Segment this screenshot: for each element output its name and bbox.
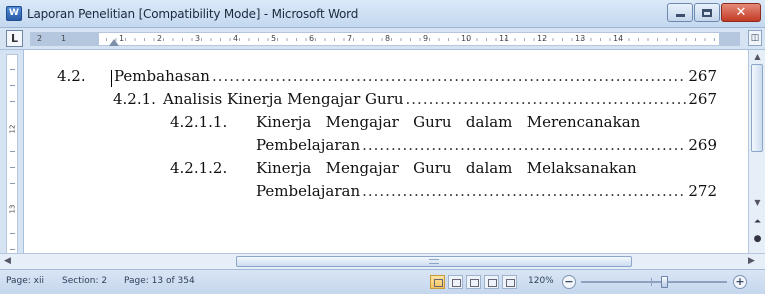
toc-entry-number: 4.2.	[57, 67, 86, 85]
toc-entry[interactable]: 4.2.1.1. Kinerja Mengajar Guru dalam Mer…	[170, 111, 717, 133]
maximize-icon	[702, 8, 712, 17]
print-layout-view-button[interactable]	[430, 275, 445, 289]
ruler-numbers: 2 1 1 2 3 4 5 6 7 8 9 10 11 12 13 14	[31, 33, 739, 45]
toc-leader	[362, 134, 686, 156]
ruler-number: 1	[119, 34, 125, 43]
scroll-grip-icon	[429, 259, 439, 264]
toc-entry-title: Pembelajaran	[256, 182, 361, 200]
zoom-slider-thumb[interactable]	[661, 276, 668, 288]
full-screen-reading-view-button[interactable]	[448, 275, 463, 289]
scroll-up-icon[interactable]: ▲	[751, 52, 764, 62]
ruler-number: 9	[423, 34, 429, 43]
vertical-ruler-track: 12 13	[6, 54, 18, 265]
ruler-number: 11	[499, 34, 510, 43]
tab-selector-button[interactable]: L	[6, 30, 23, 47]
previous-page-icon[interactable]: ⏶	[752, 216, 763, 228]
outline-view-button[interactable]	[484, 275, 499, 289]
toc-page-number: 272	[688, 182, 717, 200]
toc-entry-title: Kinerja Mengajar Guru dalam Melaksanakan	[256, 159, 637, 177]
close-icon: ✕	[735, 5, 747, 20]
status-page-count[interactable]: Page: 13 of 354	[124, 276, 195, 286]
toc-page-number: 269	[688, 136, 717, 154]
ruler-tick	[10, 85, 15, 86]
scroll-left-icon[interactable]: ◀	[4, 256, 11, 266]
zoom-slider-track[interactable]	[581, 281, 727, 283]
view-ruler-button[interactable]: ◫	[748, 30, 762, 46]
zoom-level[interactable]: 120%	[528, 276, 554, 286]
document-page[interactable]: 4.2. Pembahasan 267 4.2.1. Analisis Kine…	[24, 50, 748, 269]
minimize-button[interactable]	[667, 3, 693, 22]
toc-entry[interactable]: 4.2.1.2. Kinerja Mengajar Guru dalam Mel…	[170, 157, 717, 179]
ruler-bar: L 2 1 1 2 3 4 5 6 7 8 9 10 11 12 13 14 ◫	[0, 28, 765, 50]
draft-view-button[interactable]	[502, 275, 517, 289]
toc-entry[interactable]: 4.2.1. Analisis Kinerja Mengajar Guru 26…	[113, 88, 717, 110]
ruler-number: 8	[385, 34, 391, 43]
toc-entry-number: 4.2.1.	[113, 90, 156, 108]
ruler-tick	[10, 69, 15, 70]
toc-entry-number: 4.2.1.2.	[170, 159, 228, 177]
maximize-button[interactable]	[694, 3, 720, 22]
status-section[interactable]: Section: 2	[62, 276, 107, 286]
ruler-number: 14	[613, 34, 624, 43]
scroll-down-icon[interactable]: ▼	[751, 198, 764, 208]
vertical-ruler[interactable]: 12 13	[0, 50, 24, 269]
select-browse-object-icon[interactable]: ●	[752, 233, 763, 245]
ruler-tick	[10, 233, 15, 234]
toc-page-number: 267	[688, 67, 717, 85]
window-title: Laporan Penelitian [Compatibility Mode] …	[27, 7, 359, 21]
toc-entry-title: Kinerja Mengajar Guru dalam Merencanakan	[256, 113, 641, 131]
zoom-in-button[interactable]: +	[733, 275, 747, 289]
ruler-tick	[10, 101, 15, 102]
toc-page-number: 267	[688, 90, 717, 108]
ruler-number: 6	[309, 34, 315, 43]
toc-entry-title: Pembelajaran	[256, 136, 361, 154]
status-bar: Page: xii Section: 2 Page: 13 of 354 120…	[0, 269, 765, 294]
ruler-number: 1	[61, 34, 67, 43]
toc-leader	[406, 88, 687, 110]
horizontal-scroll-thumb[interactable]	[236, 256, 632, 267]
ruler-tick	[10, 183, 15, 184]
ruler-number: 13	[575, 34, 586, 43]
ruler-number: 12	[8, 124, 17, 134]
status-page-number[interactable]: Page: xii	[6, 276, 44, 286]
toc-entry-title: Analisis Kinerja Mengajar Guru	[163, 90, 404, 108]
ruler-number: 10	[461, 34, 472, 43]
ruler-number: 3	[195, 34, 201, 43]
ruler-number: 2	[37, 34, 43, 43]
vertical-scrollbar[interactable]: ▲ ▼ ⏶ ● ⏷	[748, 50, 765, 269]
toc-entry-continuation[interactable]: Pembelajaran 272	[256, 180, 717, 202]
ruler-tick	[10, 249, 15, 250]
ruler-number: 5	[271, 34, 277, 43]
web-layout-view-button[interactable]	[466, 275, 481, 289]
ruler-number: 7	[347, 34, 353, 43]
zoom-out-button[interactable]: −	[562, 275, 576, 289]
title-bar[interactable]: W Laporan Penelitian [Compatibility Mode…	[0, 0, 765, 28]
scroll-right-icon[interactable]: ▶	[748, 256, 755, 266]
horizontal-ruler[interactable]: 2 1 1 2 3 4 5 6 7 8 9 10 11 12 13 14	[30, 32, 740, 46]
toc-entry[interactable]: 4.2. Pembahasan 267	[57, 65, 717, 87]
ruler-tick	[10, 167, 15, 168]
toc-entry-continuation[interactable]: Pembelajaran 269	[256, 134, 717, 156]
toc-entry-title: Pembahasan	[114, 67, 210, 85]
toc-leader	[362, 180, 686, 202]
ruler-number: 2	[157, 34, 163, 43]
ruler-number: 13	[8, 204, 17, 214]
minimize-icon	[675, 14, 685, 17]
toc-leader	[212, 65, 686, 87]
ruler-tick	[10, 151, 15, 152]
text-cursor	[111, 70, 112, 87]
zoom-slider-center-mark	[651, 278, 652, 286]
ruler-number: 12	[537, 34, 548, 43]
indent-marker-icon[interactable]	[109, 39, 119, 46]
horizontal-scrollbar[interactable]: ◀ ▶	[0, 253, 765, 269]
vertical-scroll-thumb[interactable]	[751, 64, 763, 152]
ruler-number: 4	[233, 34, 239, 43]
toc-entry-number: 4.2.1.1.	[170, 113, 228, 131]
close-button[interactable]: ✕	[721, 3, 761, 22]
word-app-icon[interactable]: W	[6, 6, 22, 21]
